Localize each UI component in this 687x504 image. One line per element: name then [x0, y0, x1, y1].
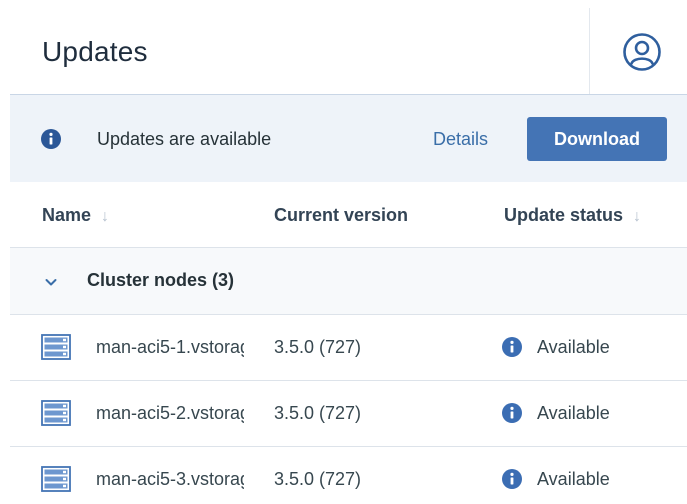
user-circle-icon: [623, 33, 661, 71]
banner-message: Updates are available: [97, 129, 272, 149]
group-row-cluster-nodes[interactable]: Cluster nodes (3): [10, 248, 687, 315]
node-name: man-aci5-3.vstorage: [96, 469, 244, 489]
server-icon: [41, 400, 71, 426]
updates-table: Name ↓ Current version Update status ↓ Clu…: [10, 182, 687, 504]
table-row[interactable]: man-aci5-3.vstorage 3.5.0 (727) Availabl…: [10, 447, 687, 504]
chevron-down-icon[interactable]: [43, 274, 59, 290]
node-name: man-aci5-2.vstorage: [96, 403, 244, 423]
sort-arrow-down-icon: ↓: [101, 208, 110, 225]
node-version: 3.5.0 (727): [274, 337, 362, 357]
info-icon: [502, 403, 522, 423]
update-status: Available: [537, 403, 610, 423]
info-icon: [502, 337, 522, 357]
node-name: man-aci5-1.vstorage: [96, 337, 244, 357]
sort-arrow-down-icon: ↓: [633, 208, 642, 225]
download-button[interactable]: Download: [527, 117, 667, 161]
update-status: Available: [537, 337, 610, 357]
info-icon: [41, 129, 61, 149]
node-version: 3.5.0 (727): [274, 469, 362, 489]
page-header: Updates: [0, 0, 687, 95]
group-label: Cluster nodes (3): [87, 270, 235, 290]
info-icon: [502, 469, 522, 489]
table-header: Name ↓ Current version Update status ↓: [10, 182, 687, 248]
column-header-update-status[interactable]: Update status ↓: [504, 205, 641, 226]
page-title: Updates: [42, 36, 148, 67]
server-icon: [41, 466, 71, 492]
column-header-current-version: Current version: [274, 205, 409, 225]
update-status: Available: [537, 469, 610, 489]
table-row[interactable]: man-aci5-1.vstorage 3.5.0 (727) Availabl…: [10, 315, 687, 381]
node-version: 3.5.0 (727): [274, 403, 362, 423]
header-divider: [589, 8, 590, 94]
details-link[interactable]: Details: [433, 129, 488, 150]
server-icon: [41, 334, 71, 360]
user-account-button[interactable]: [622, 32, 662, 72]
table-row[interactable]: man-aci5-2.vstorage 3.5.0 (727) Availabl…: [10, 381, 687, 447]
updates-banner: Updates are available Details Download: [10, 95, 687, 182]
column-header-name[interactable]: Name ↓: [42, 205, 109, 226]
